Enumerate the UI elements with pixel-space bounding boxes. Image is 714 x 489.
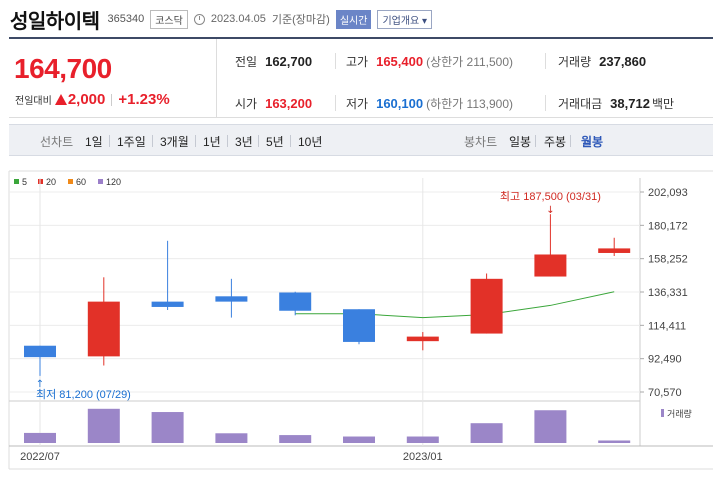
- y-tick-label: 180,172: [648, 220, 688, 232]
- y-tick-label: 114,411: [648, 320, 686, 332]
- x-tick-label: 2023/01: [403, 451, 443, 463]
- volume-bar: [215, 433, 248, 443]
- arrow-down-icon: ↓: [546, 205, 554, 216]
- legend-label: 120: [106, 177, 121, 187]
- candle-body: [151, 301, 184, 307]
- candle: [24, 345, 56, 376]
- candle: [598, 237, 631, 257]
- low-annotation: 최저 81,200 (07/29): [36, 388, 131, 401]
- candle-body: [279, 292, 312, 311]
- candle: [87, 277, 120, 366]
- volume-bar: [343, 436, 375, 443]
- candle-body: [215, 296, 248, 302]
- volume-bar: [470, 423, 503, 443]
- volume-bar: [598, 440, 631, 443]
- volume-bar: [279, 435, 312, 443]
- y-tick-label: 136,331: [648, 287, 688, 299]
- candle: [215, 278, 248, 318]
- y-tick-label: 202,093: [648, 187, 688, 199]
- candle: [470, 273, 503, 334]
- candle-body: [470, 278, 503, 334]
- annotations: 최고 187,500 (03/31)↓↑최저 81,200 (07/29): [36, 190, 601, 401]
- volume-bars: 거래량: [24, 408, 692, 443]
- candle: [343, 309, 375, 345]
- volume-legend-swatch: [661, 409, 664, 417]
- candles: [24, 214, 631, 376]
- legend-swatch: [14, 179, 19, 184]
- candle-body: [534, 254, 567, 277]
- legend-label: 60: [76, 177, 86, 187]
- candle-body: [598, 248, 631, 253]
- price-chart: 5 20 60 120 거래량 202,093 180,172 158,252 136,33…: [8, 170, 713, 470]
- legend-label: 5: [22, 177, 27, 187]
- y-tick-label: 92,490: [648, 354, 682, 366]
- volume-bar: [406, 436, 439, 443]
- x-tick-labels: 2022/07 2023/01: [20, 451, 443, 463]
- y-tick-label: 158,252: [648, 254, 688, 266]
- y-tick-label: 70,570: [648, 387, 682, 399]
- volume-bar: [151, 412, 184, 443]
- candle: [406, 332, 439, 351]
- candle-body: [87, 301, 120, 357]
- volume-bar: [24, 432, 56, 443]
- x-tick-label: 2022/07: [20, 451, 60, 463]
- candle-body: [406, 336, 439, 342]
- legend-swatch: [98, 179, 103, 184]
- y-tick-labels: 202,093 180,172 158,252 136,331 114,411 92,49…: [648, 187, 688, 399]
- volume-legend-label: 거래량: [667, 408, 692, 419]
- candle: [534, 214, 567, 277]
- legend-label: 20: [46, 177, 56, 187]
- chart-legend: 5 20 60 120: [14, 177, 121, 187]
- legend-swatch: [68, 179, 73, 184]
- candle: [279, 291, 312, 316]
- candle-body: [24, 345, 56, 358]
- volume-bar: [87, 408, 120, 443]
- volume-bar: [534, 410, 567, 443]
- high-annotation: 최고 187,500 (03/31): [500, 190, 601, 203]
- candle-body: [343, 309, 375, 342]
- candle: [151, 240, 184, 310]
